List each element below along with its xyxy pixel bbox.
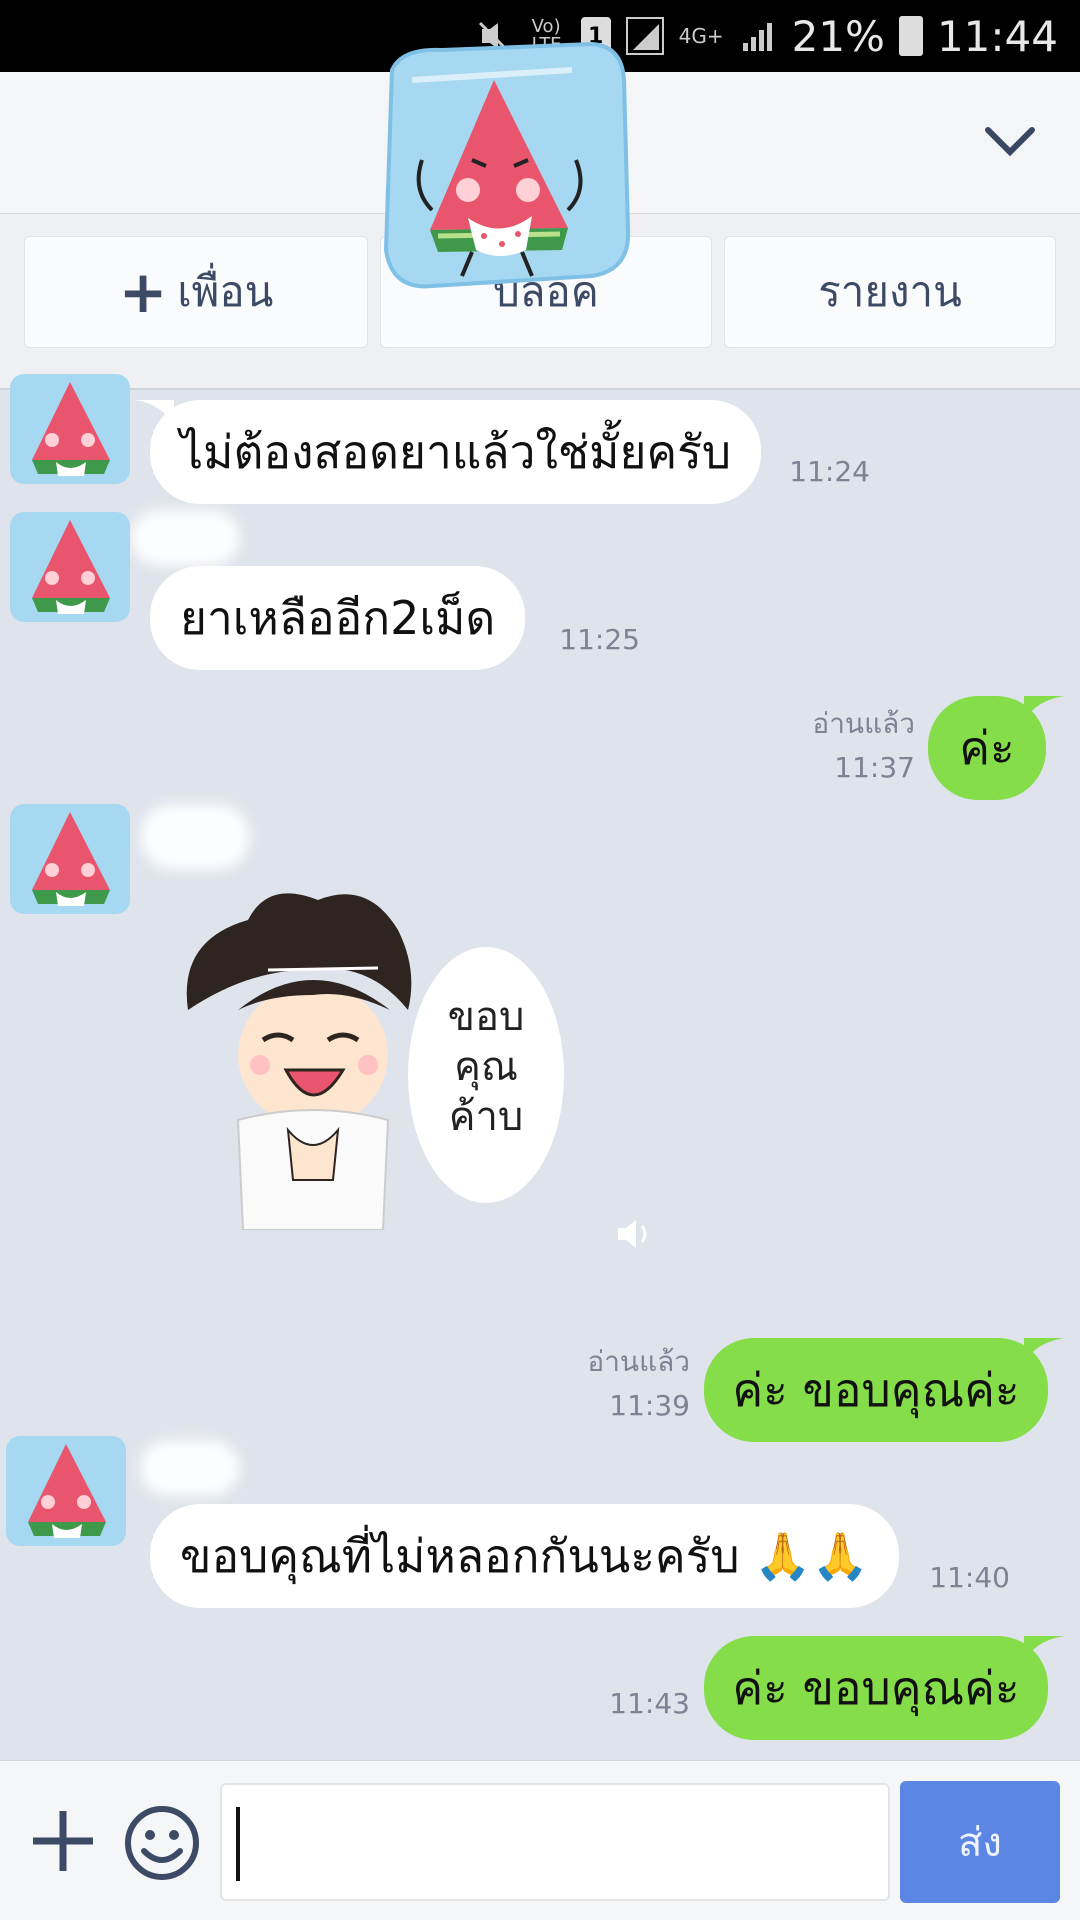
battery-icon — [898, 16, 923, 56]
message-text: ค่ะ ขอบคุณค่ะ — [732, 1362, 1020, 1417]
message-time: 11:24 — [789, 455, 870, 488]
sticker-text-3: ค้าบ — [449, 1094, 524, 1140]
report-button[interactable]: รายงาน — [724, 236, 1056, 348]
send-button[interactable]: ส่ง — [900, 1781, 1060, 1903]
plus-icon[interactable] — [28, 1801, 98, 1881]
sticker-text-1: ขอบ — [448, 994, 525, 1040]
redacted-name — [140, 1440, 240, 1496]
chat-messages: ไม่ต้องสอดยาแล้วใช่มั้ยครับ 11:24 ยาเหลื… — [0, 374, 1080, 1760]
sender-avatar[interactable] — [2, 1432, 130, 1550]
message-bubble-in[interactable]: ขอบคุณที่ไม่หลอกกันนะครับ 🙏🙏 — [150, 1504, 899, 1608]
message-text: ยาเหลืออีก2เม็ด — [180, 590, 496, 645]
message-time: 11:40 — [929, 1561, 1010, 1594]
message-bubble-out[interactable]: ค่ะ ขอบคุณค่ะ — [704, 1636, 1048, 1740]
add-friend-label: เพื่อน — [177, 267, 274, 316]
redacted-name — [140, 804, 250, 870]
message-bubble-out[interactable]: ค่ะ ขอบคุณค่ะ — [704, 1338, 1048, 1442]
bubble-tail — [1024, 696, 1064, 726]
message-text: ไม่ต้องสอดยาแล้วใช่มั้ยครับ — [180, 424, 732, 479]
sticker-text-2: คุณ — [454, 1044, 518, 1091]
message-time: 11:43 — [609, 1687, 690, 1720]
read-receipt: อ่านแล้ว — [587, 1345, 690, 1378]
watermelon-sticker-avatar[interactable] — [372, 40, 632, 290]
plus-icon: + — [118, 258, 168, 326]
bubble-tail — [1024, 1338, 1064, 1368]
add-friend-button[interactable]: + เพื่อน — [24, 236, 368, 348]
message-time: 11:25 — [559, 623, 640, 656]
message-time: 11:39 — [609, 1389, 690, 1422]
speaker-icon[interactable] — [614, 1216, 654, 1252]
redacted-name — [130, 510, 240, 566]
message-read-meta: อ่านแล้ว 11:37 — [760, 702, 915, 790]
network-type: 4G+ — [678, 24, 724, 48]
sender-avatar[interactable] — [6, 508, 134, 626]
read-receipt: อ่านแล้ว — [812, 707, 915, 740]
message-time: 11:37 — [834, 751, 915, 784]
message-text: ค่ะ — [959, 720, 1015, 775]
message-text: ค่ะ ขอบคุณค่ะ — [732, 1660, 1020, 1715]
bubble-tail — [1024, 1636, 1064, 1666]
message-bubble-in[interactable]: ยาเหลืออีก2เม็ด — [150, 566, 526, 670]
signal-icon-2 — [738, 16, 778, 56]
message-read-meta: อ่านแล้ว 11:39 — [540, 1340, 690, 1428]
text-caret — [236, 1807, 240, 1881]
thank-you-sticker[interactable]: ขอบ คุณ ค้าบ — [168, 880, 578, 1230]
report-label: รายงาน — [818, 267, 962, 316]
clock: 11:44 — [936, 11, 1058, 61]
sender-avatar[interactable] — [6, 370, 134, 488]
message-text: ขอบคุณที่ไม่หลอกกันนะครับ 🙏🙏 — [180, 1528, 869, 1583]
message-bubble-in[interactable]: ไม่ต้องสอดยาแล้วใช่มั้ยครับ — [150, 400, 762, 504]
chevron-down-icon[interactable] — [980, 112, 1040, 172]
battery-percent: 21% — [791, 11, 885, 61]
sender-avatar[interactable] — [6, 800, 134, 918]
emoji-icon[interactable] — [122, 1803, 202, 1883]
message-input[interactable] — [220, 1783, 890, 1901]
message-input-bar: ส่ง — [0, 1760, 1080, 1920]
